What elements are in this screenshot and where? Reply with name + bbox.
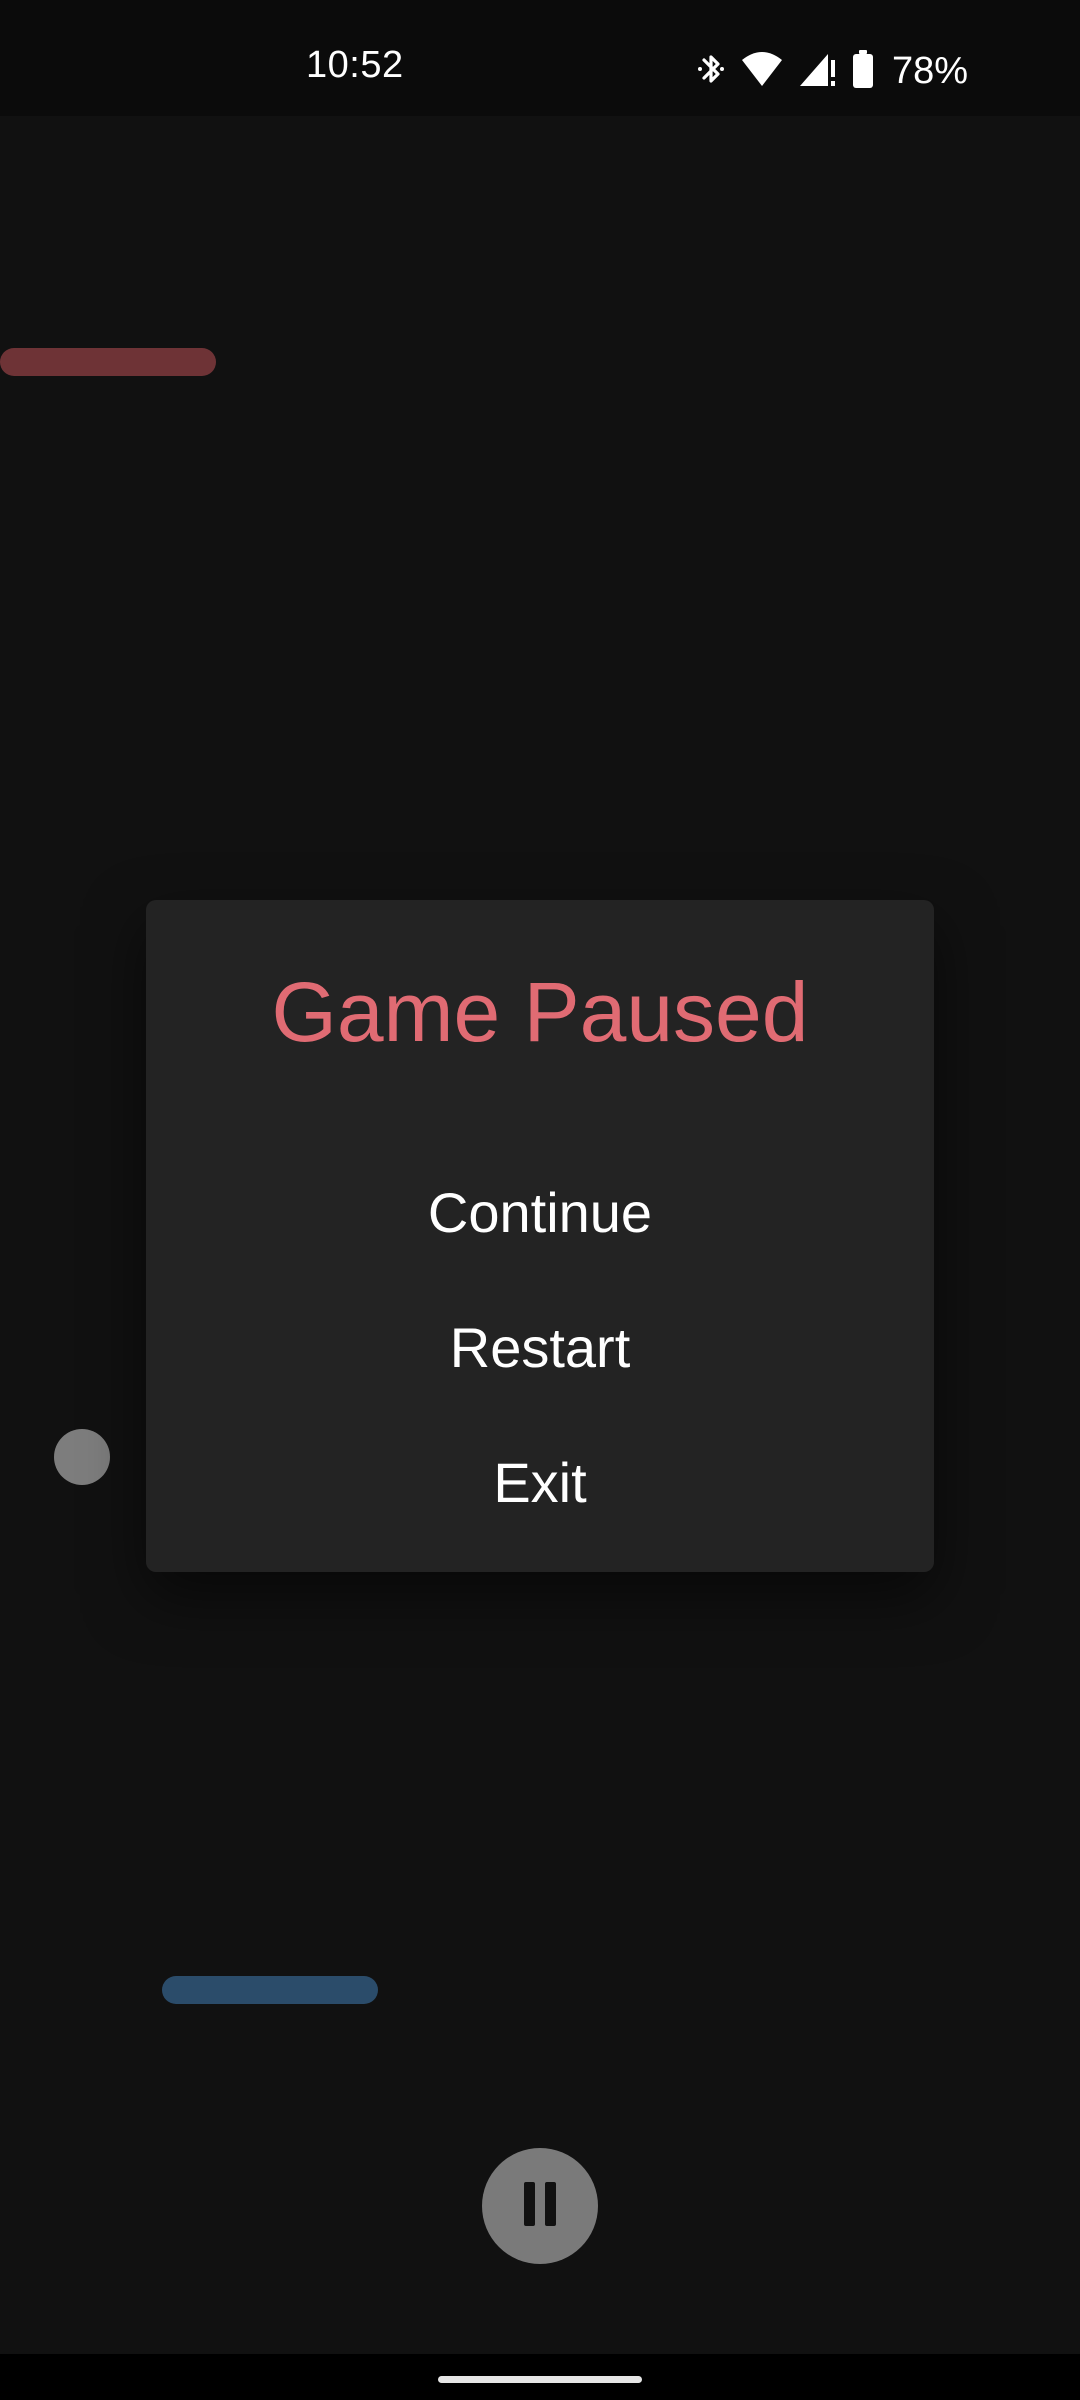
- status-bar: 10:52 78%: [0, 0, 1080, 116]
- exit-button[interactable]: Exit: [146, 1455, 934, 1511]
- cell-signal-icon: [798, 50, 838, 93]
- wifi-icon: [740, 50, 784, 93]
- pause-dialog: Game Paused Continue Restart Exit: [146, 900, 934, 1572]
- ball: [54, 1429, 110, 1485]
- restart-button[interactable]: Restart: [146, 1320, 934, 1376]
- status-time: 10:52: [306, 44, 404, 86]
- pause-button[interactable]: [482, 2148, 598, 2264]
- battery-icon: [852, 49, 874, 94]
- navigation-bar: [0, 2354, 1080, 2400]
- status-icons: 78%: [696, 48, 968, 94]
- continue-button[interactable]: Continue: [146, 1185, 934, 1241]
- home-gesture-handle[interactable]: [438, 2376, 642, 2383]
- bluetooth-icon: [696, 49, 726, 94]
- player-paddle[interactable]: [162, 1976, 378, 2004]
- opponent-paddle: [0, 348, 216, 376]
- battery-percent: 78%: [891, 49, 968, 92]
- pause-icon: [520, 2180, 560, 2233]
- game-screen: 10:52 78% Game Paused Continue Restart E…: [0, 0, 1080, 2400]
- dialog-title: Game Paused: [271, 965, 809, 1059]
